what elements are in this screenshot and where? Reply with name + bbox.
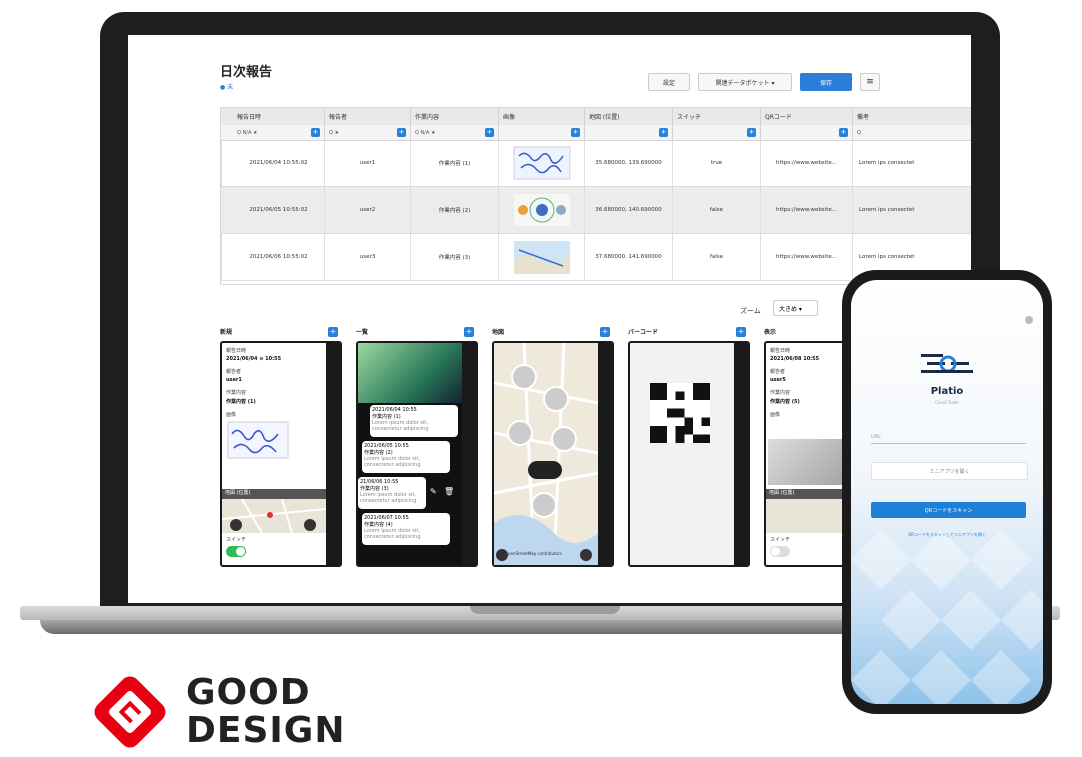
filter-map[interactable]: + [585,125,673,140]
qr-code-icon [650,383,710,443]
filter-work[interactable]: Q N/A ★ + [411,125,499,140]
col-header-map[interactable]: 地図 (位置) [585,108,673,125]
settings-button[interactable]: 設定 [648,73,690,91]
scan-qr-button[interactable]: QRコードをスキャン [871,502,1026,518]
help-link[interactable]: QRコードをスキャンしてミニアプリを開く [851,532,1043,538]
col-header-switch[interactable]: スイッチ [673,108,761,125]
add-filter-icon[interactable]: + [397,128,406,137]
add-filter-icon[interactable]: + [839,128,848,137]
table-row[interactable]: 2021/06/04 10:55:02 user1 作業内容 (1) 35.68… [221,140,971,187]
page-subtitle: ● 末 [220,84,234,91]
image-preview[interactable] [226,420,290,460]
page-title: 日次報告 [220,65,273,80]
col-header-qr[interactable]: QRコード [761,108,853,125]
add-filter-icon[interactable]: + [485,128,494,137]
url-input[interactable]: URL [871,432,1026,444]
trash-icon[interactable]: 🗑 [444,487,454,496]
platio-logo-icon [921,354,973,373]
col-header-work[interactable]: 作業内容 [411,108,499,125]
filter-date[interactable]: Q N/A ★ + [233,125,325,140]
list-item[interactable]: 2021/06/07 10:55 作業内容 (4) Lorem ipsum dolo… [362,513,450,545]
menu-icon[interactable]: ≡ [860,73,880,91]
filter-notes[interactable]: Q [853,125,971,140]
image-thumbnail[interactable] [499,234,585,280]
image-thumbnail[interactable] [499,187,585,233]
add-filter-icon[interactable]: + [747,128,756,137]
image-thumbnail[interactable] [499,140,585,186]
add-filter-icon[interactable]: + [659,128,668,137]
col-header-reporter[interactable]: 報告者 [325,108,411,125]
phone-screen: Platio Cloud Trade URL ミニアプリを開く QRコードをスキ… [851,280,1043,704]
camera-dot [1025,316,1033,324]
edit-icon[interactable]: ✎ [430,487,437,496]
app-tagline: Cloud Trade [935,400,959,405]
map-view[interactable] [494,343,598,565]
app-name: Platio [930,386,964,397]
panel-rail [598,343,612,565]
add-filter-icon[interactable]: + [571,128,580,137]
panel-list: 一覧 + 2021/06/04 10:55 作業内容 (1) Lorem ipsum… [356,327,478,567]
col-header-notes[interactable]: 備考 [853,108,971,125]
filter-reporter[interactable]: Q ★ + [325,125,411,140]
good-design-logo-icon [94,676,166,748]
panel-rail [462,343,476,565]
panel-barcode: バーコード + [628,327,750,567]
switch-toggle[interactable] [226,546,246,557]
good-design-text: GOOD DESIGN [186,672,346,751]
panel-map: 地図 + penStreetMap contributors [492,327,614,567]
list-item[interactable]: 2021/06/05 10:55 作業内容 (2) Lorem ipsum dolo… [362,441,450,473]
list-item[interactable]: 2021/06/04 10:55 作業内容 (1) Lorem ipsum dolo… [370,405,458,437]
add-filter-icon[interactable]: + [311,128,320,137]
related-data-dropdown[interactable]: 関連データポケット ▾ [698,73,792,91]
panel-new: 新規 + 報告日時 2021/06/04 ⊙ 10:55 報告者 user1 作… [220,327,342,567]
panel-rail [734,343,748,565]
zoom-select[interactable]: 大きめ ▾ [773,300,818,316]
filter-switch[interactable]: + [673,125,761,140]
col-header-image[interactable]: 画像 [499,108,585,125]
zoom-label: ズーム [740,307,761,315]
list-item[interactable]: 21/06/06 10:55 作業内容 (3) Lorem ipsum dolor … [358,477,426,509]
panel-rail [326,343,340,565]
add-icon[interactable]: + [464,327,474,337]
save-button[interactable]: 保存 [800,73,852,91]
map-preview[interactable] [222,499,326,533]
add-icon[interactable]: + [328,327,338,337]
open-miniapp-button[interactable]: ミニアプリを開く [871,462,1028,480]
filter-image[interactable]: + [499,125,585,140]
filter-qr[interactable]: + [761,125,853,140]
record-grid: サンプルレコード 報告日時 報告者 作業内容 画像 地図 (位置) スイッチ Q… [220,107,971,285]
switch-toggle [770,546,790,557]
add-icon[interactable]: + [600,327,610,337]
table-row[interactable]: 2021/06/05 10:55:02 user2 作業内容 (2) 36.68… [221,187,971,234]
add-icon[interactable]: + [736,327,746,337]
col-header-date[interactable]: 報告日時 [233,108,325,125]
